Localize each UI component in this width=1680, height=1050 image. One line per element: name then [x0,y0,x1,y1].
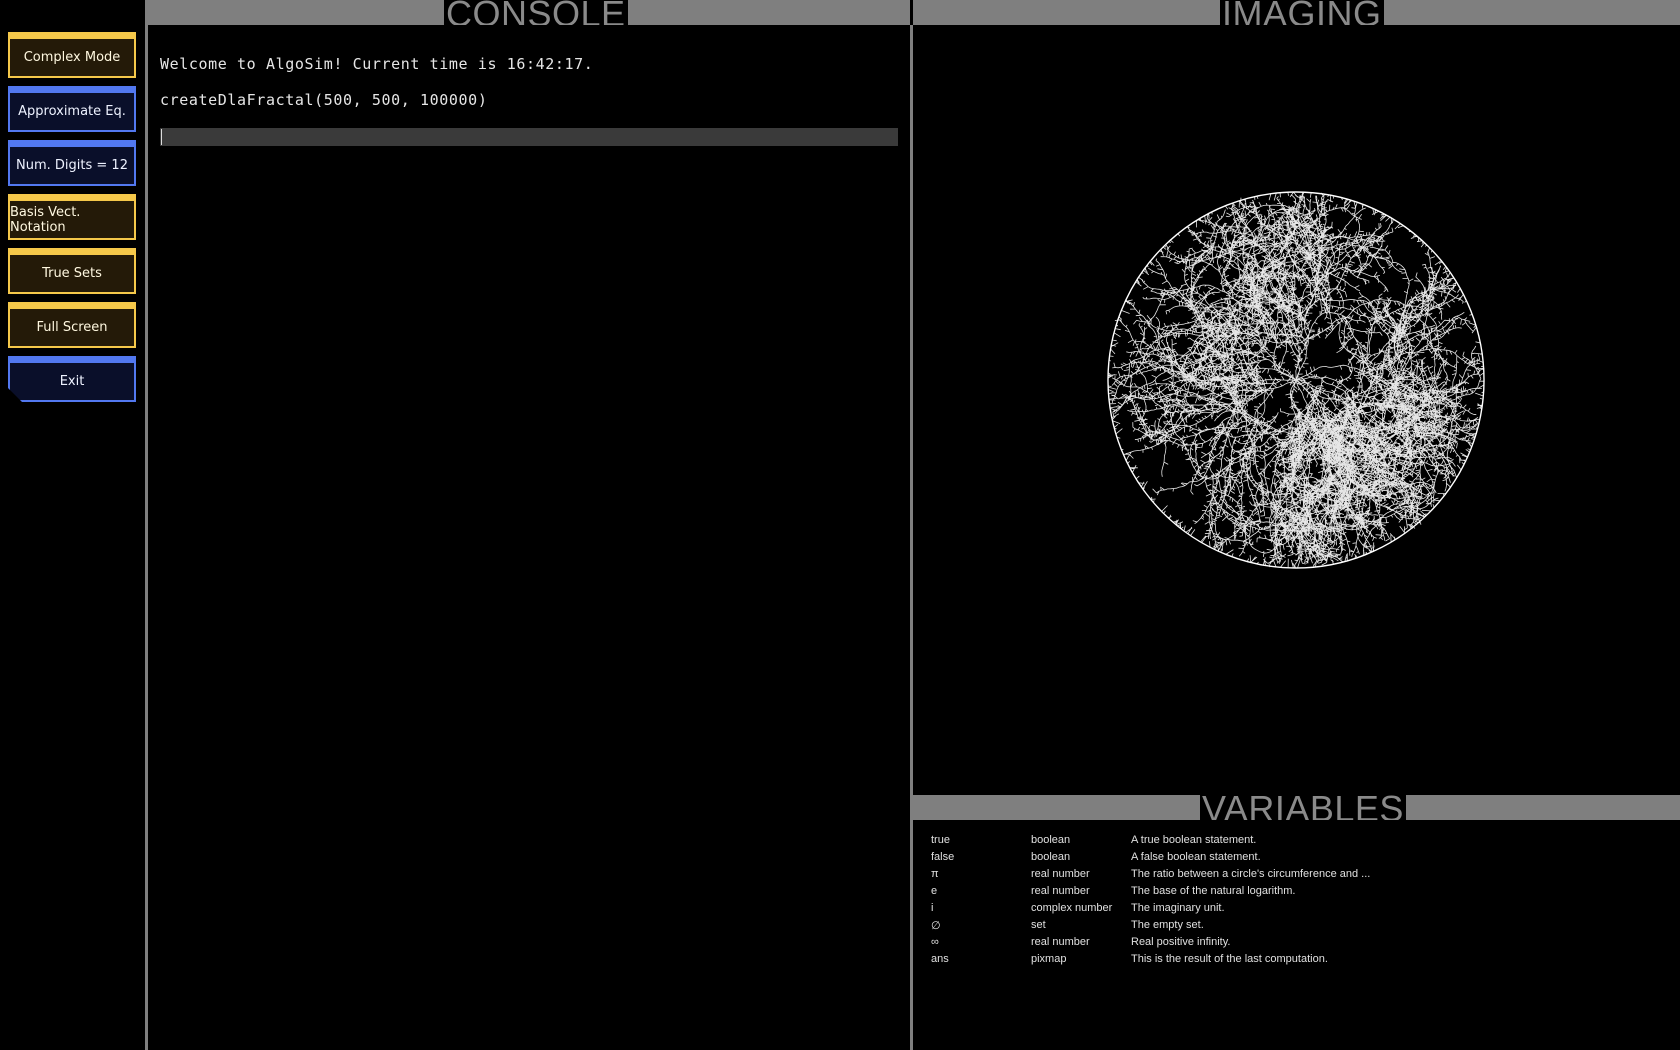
variable-description: This is the result of the last computati… [1131,953,1328,965]
variable-type: real number [1031,936,1090,948]
variable-description: A false boolean statement. [1131,851,1261,863]
variable-name: i [931,902,934,914]
variables-title-bar: VARIABLES [913,795,1680,820]
imaging-title-bar: IMAGING [913,0,1680,25]
variable-name: π [931,868,939,880]
approximate-eq-button[interactable]: Approximate Eq. [8,86,136,132]
true-sets-button[interactable]: True Sets [8,248,136,294]
fractal-branches [1107,191,1485,569]
variable-type: set [1031,919,1046,931]
variable-name: ∅ [931,920,941,932]
variable-name: true [931,834,950,846]
command-sidebar: Complex Mode Approximate Eq. Num. Digits… [0,0,145,1050]
basis-vect-notation-button[interactable]: Basis Vect. Notation [8,194,136,240]
variable-name: e [931,885,938,897]
num-digits-button[interactable]: Num. Digits = 12 [8,140,136,186]
variable-description: The base of the natural logarithm. [1131,885,1296,897]
algosim-window: Complex Mode Approximate Eq. Num. Digits… [0,0,1680,1050]
exit-button[interactable]: Exit [8,356,136,402]
imaging-title: IMAGING [1220,0,1384,25]
variable-type: real number [1031,885,1090,897]
variables-title: VARIABLES [1200,795,1406,820]
variable-description: Real positive infinity. [1131,936,1231,948]
console-panel: Welcome to AlgoSim! Current time is 16:4… [148,25,910,1050]
console-title: CONSOLE [444,0,628,25]
dla-fractal-image [1107,191,1485,569]
variables-panel: true boolean A true boolean statement. f… [913,820,1680,1050]
variable-description: The imaginary unit. [1131,902,1225,914]
variable-name: ans [931,953,949,965]
console-input[interactable] [160,128,898,146]
imaging-panel [913,25,1680,794]
variable-type: real number [1031,868,1090,880]
variable-description: The empty set. [1131,919,1204,931]
console-output-line: createDlaFractal(500, 500, 100000) [160,91,488,109]
console-output-line: Welcome to AlgoSim! Current time is 16:4… [160,55,594,73]
variable-description: A true boolean statement. [1131,834,1257,846]
text-caret [161,129,162,145]
complex-mode-button[interactable]: Complex Mode [8,32,136,78]
variable-name: ∞ [931,936,939,948]
console-title-bar: CONSOLE [148,0,910,25]
variable-name: false [931,851,955,863]
variable-type: boolean [1031,834,1071,846]
variable-type: boolean [1031,851,1071,863]
variable-type: complex number [1031,902,1113,914]
full-screen-button[interactable]: Full Screen [8,302,136,348]
variable-description: The ratio between a circle's circumferen… [1131,868,1371,880]
variable-type: pixmap [1031,953,1067,965]
